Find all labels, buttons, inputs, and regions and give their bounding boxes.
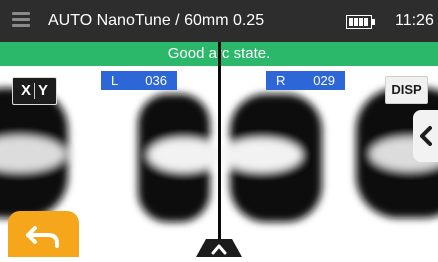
left-readout-side: L <box>111 73 119 88</box>
side-panel-tab[interactable] <box>413 110 438 162</box>
menu-icon[interactable] <box>12 12 32 28</box>
left-fiber-readout: L 036 <box>101 71 177 90</box>
xy-y-label: Y <box>38 82 49 99</box>
right-readout-value: 029 <box>313 73 335 88</box>
chevron-up-icon <box>196 239 242 257</box>
back-arrow-icon <box>26 226 59 248</box>
center-reference-line <box>218 42 221 257</box>
back-button[interactable] <box>8 211 79 257</box>
right-readout-side: R <box>276 73 286 88</box>
chevron-left-icon <box>420 126 432 146</box>
battery-icon <box>346 15 376 29</box>
right-fiber-readout: R 029 <box>266 71 345 90</box>
top-bar: AUTO NanoTune / 60mm 0.25 11:26 <box>0 0 438 42</box>
clock: 11:26 <box>395 12 434 29</box>
bottom-panel-tab[interactable] <box>196 239 242 257</box>
display-mode-button[interactable]: DISP <box>385 76 428 104</box>
left-readout-value: 036 <box>145 73 167 88</box>
screen-title: AUTO NanoTune / 60mm 0.25 <box>48 12 265 29</box>
xy-view-toggle-button[interactable]: XY <box>12 77 57 105</box>
xy-x-label: X <box>20 82 31 99</box>
